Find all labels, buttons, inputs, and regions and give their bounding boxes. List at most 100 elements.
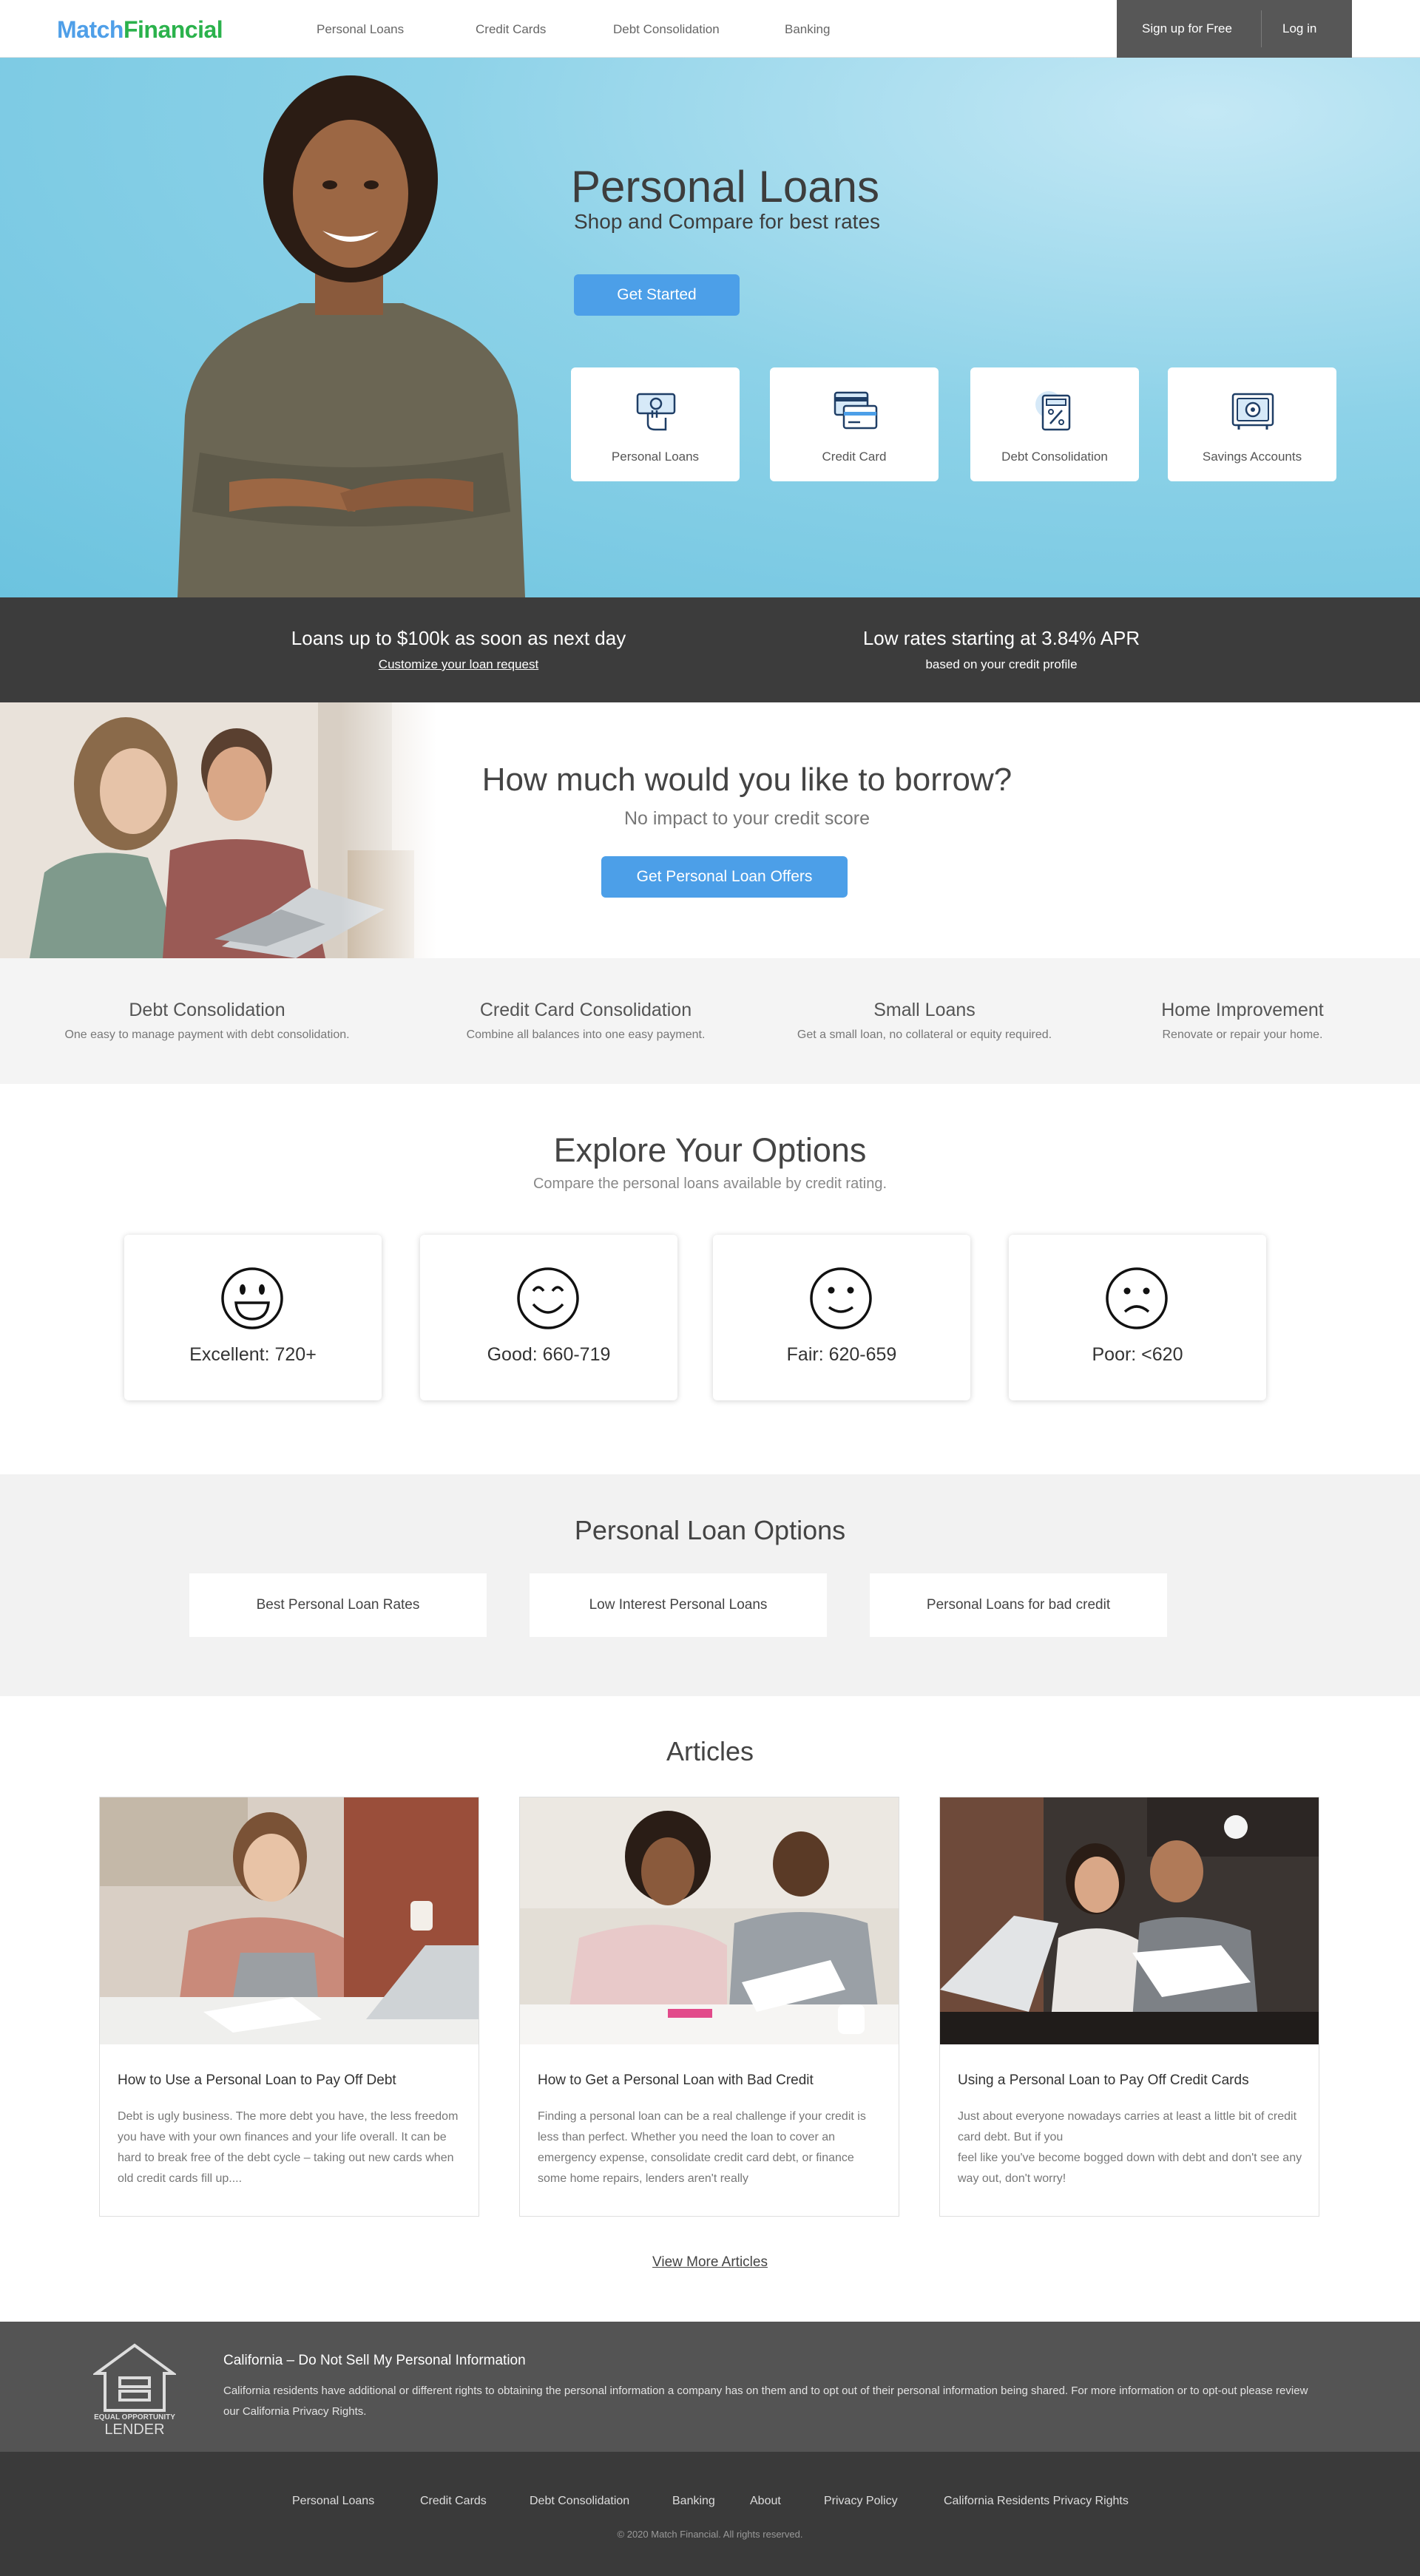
credit-card-icon [834,391,878,430]
logo-text-equal-opportunity: EQUAL OPPORTUNITY [94,2413,175,2421]
smile-face-icon [517,1267,579,1329]
footer-link-personal-loans[interactable]: Personal Loans [292,2495,374,2508]
category-title: Home Improvement [1161,1000,1324,1020]
credit-rating-label: Excellent: 720+ [189,1344,317,1365]
promo-rates-title: Low rates starting at 3.84% APR [862,627,1140,649]
borrow-section: How much would you like to borrow? No im… [0,702,1420,958]
loan-options-title: Personal Loan Options [574,1515,846,1545]
option-low-interest[interactable]: Low Interest Personal Loans [530,1573,827,1637]
credit-card-excellent[interactable]: Excellent: 720+ [124,1235,382,1400]
credit-rating-label: Fair: 620-659 [786,1344,897,1365]
tile-debt-consolidation[interactable]: Debt Consolidation [970,367,1139,481]
view-more-articles-link[interactable]: View More Articles [652,2254,768,2270]
signup-button[interactable]: Sign up for Free [1142,21,1232,36]
category-home-improvement[interactable]: Home Improvement Renovate or repair your… [1109,1000,1376,1042]
logo-part-financial: Financial [123,16,223,43]
site-footer: Personal Loans Credit Cards Debt Consoli… [0,2452,1420,2576]
hero-title: Personal Loans [571,162,879,211]
explore-subtitle: Compare the personal loans available by … [532,1176,888,1192]
tile-label: Savings Accounts [1202,450,1302,464]
category-title: Debt Consolidation [129,1000,285,1020]
article-card[interactable]: Using a Personal Loan to Pay Off Credit … [939,1797,1319,2217]
category-small-loans[interactable]: Small Loans Get a small loan, no collate… [769,1000,1080,1042]
footer-link-debt-consolidation[interactable]: Debt Consolidation [530,2495,629,2508]
article-excerpt: Debt is ugly business. The more debt you… [118,2110,459,2185]
credit-card-fair[interactable]: Fair: 620-659 [713,1235,970,1400]
california-title[interactable]: California – Do Not Sell My Personal Inf… [223,2353,526,2369]
promo-rates-subtitle: based on your credit profile [925,657,1078,671]
category-title: Small Loans [873,1000,976,1020]
article-image-couple-bills [520,1797,899,2044]
tile-label: Credit Card [822,450,887,464]
category-credit-card-consolidation[interactable]: Credit Card Consolidation Combine all ba… [414,1000,757,1042]
article-title[interactable]: How to Use a Personal Loan to Pay Off De… [118,2072,396,2089]
nav-banking[interactable]: Banking [785,22,830,37]
article-excerpt: Finding a personal loan can be a real ch… [538,2110,866,2185]
articles-title: Articles [666,1736,754,1766]
article-title[interactable]: Using a Personal Loan to Pay Off Credit … [958,2072,1249,2089]
slight-smile-face-icon [810,1267,872,1329]
option-bad-credit[interactable]: Personal Loans for bad credit [870,1573,1167,1637]
nav-credit-cards[interactable]: Credit Cards [476,22,546,37]
promo-loans-title: Loans up to $100k as soon as next day [291,627,626,649]
tile-label: Personal Loans [611,450,700,464]
promo-bar: Loans up to $100k as soon as next day Cu… [0,597,1420,702]
copyright: © 2020 Match Financial. All rights reser… [617,2529,803,2540]
category-description: Renovate or repair your home. [1162,1028,1323,1041]
footer-link-about[interactable]: About [750,2495,781,2508]
view-more-articles: View More Articles [0,2254,1420,2271]
option-best-rates[interactable]: Best Personal Loan Rates [189,1573,487,1637]
category-title: Credit Card Consolidation [479,1000,692,1020]
hero-subtitle: Shop and Compare for best rates [574,210,881,233]
promo-loans: Loans up to $100k as soon as next day Cu… [251,627,666,672]
auth-divider [1261,10,1262,47]
california-privacy-section: EQUAL OPPORTUNITY LENDER California – Do… [0,2322,1420,2452]
category-description: Combine all balances into one easy payme… [466,1028,706,1041]
logo-part-match: Match [57,16,124,43]
article-excerpt: Just about everyone nowadays carries at … [958,2110,1302,2185]
get-loan-offers-button[interactable]: Get Personal Loan Offers [601,856,848,898]
equal-housing-lender-logo: EQUAL OPPORTUNITY LENDER [93,2343,176,2437]
article-card[interactable]: How to Get a Personal Loan with Bad Cred… [519,1797,899,2217]
article-image-couple-laptop [940,1797,1319,2044]
nav-personal-loans[interactable]: Personal Loans [317,22,404,37]
calculator-percent-icon [1035,391,1071,431]
explore-title: Explore Your Options [553,1131,867,1169]
customize-loan-link[interactable]: Customize your loan request [251,657,666,672]
logo[interactable]: MatchFinancial [57,16,223,44]
article-image-woman-paperwork [100,1797,479,2044]
get-started-button[interactable]: Get Started [574,274,740,316]
hero-woman-image [178,75,525,597]
safe-icon [1231,393,1274,430]
footer-link-california-rights[interactable]: California Residents Privacy Rights [944,2495,1129,2508]
login-button[interactable]: Log in [1282,21,1316,36]
category-description: Get a small loan, no collateral or equit… [797,1028,1052,1041]
category-debt-consolidation[interactable]: Debt Consolidation One easy to manage pa… [30,1000,385,1042]
frown-face-icon [1106,1267,1168,1329]
credit-rating-label: Poor: <620 [1092,1344,1183,1365]
grin-face-icon [221,1267,283,1329]
couple-laptop-image [0,702,436,958]
credit-rating-label: Good: 660-719 [487,1344,611,1365]
article-card[interactable]: How to Use a Personal Loan to Pay Off De… [99,1797,479,2217]
nav-debt-consolidation[interactable]: Debt Consolidation [613,22,720,37]
loan-categories: Debt Consolidation One easy to manage pa… [0,958,1420,1084]
california-text: California residents have additional or … [223,2385,1308,2418]
borrow-subtitle: No impact to your credit score [623,808,870,829]
credit-card-good[interactable]: Good: 660-719 [420,1235,677,1400]
site-header: MatchFinancial Personal Loans Credit Car… [0,0,1420,58]
logo-text-lender: LENDER [104,2421,164,2437]
article-title[interactable]: How to Get a Personal Loan with Bad Cred… [538,2072,814,2089]
loan-options-section: Personal Loan Options Best Personal Loan… [0,1474,1420,1696]
tile-personal-loans[interactable]: Personal Loans [571,367,740,481]
tile-savings-accounts[interactable]: Savings Accounts [1168,367,1336,481]
tile-credit-card[interactable]: Credit Card [770,367,939,481]
hand-cash-icon [636,393,676,431]
footer-link-banking[interactable]: Banking [672,2495,715,2508]
category-description: One easy to manage payment with debt con… [64,1028,350,1041]
credit-card-poor[interactable]: Poor: <620 [1009,1235,1266,1400]
hero-section: Personal Loans Shop and Compare for best… [0,58,1420,597]
footer-link-credit-cards[interactable]: Credit Cards [420,2495,487,2508]
footer-link-privacy-policy[interactable]: Privacy Policy [824,2495,898,2508]
promo-rates: Low rates starting at 3.84% APR based on… [794,627,1208,672]
